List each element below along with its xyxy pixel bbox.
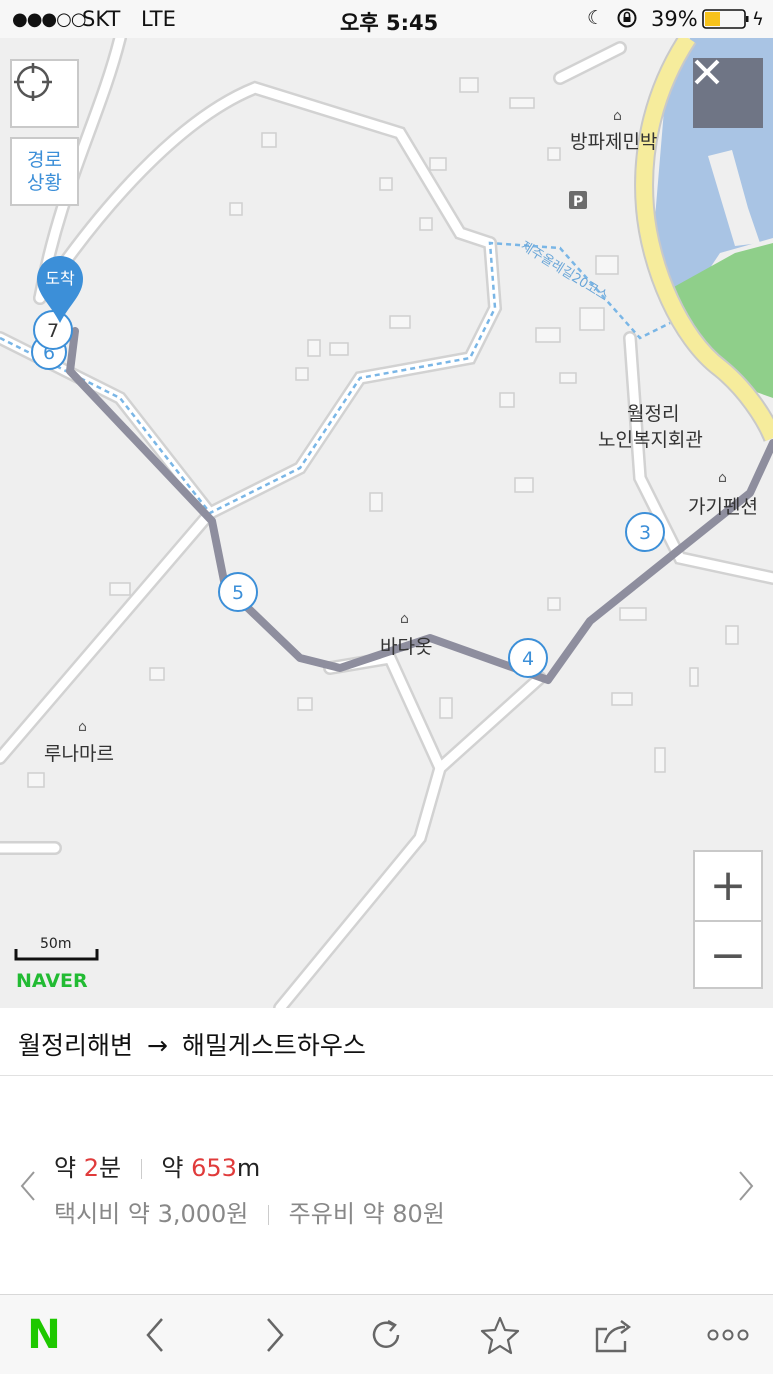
charging-bolt-icon: ϟ bbox=[752, 9, 764, 30]
taxi-fare: 택시비 약 3,000원 bbox=[54, 1200, 249, 1228]
moon-icon: ☾ bbox=[587, 7, 605, 29]
carrier: SKT bbox=[82, 7, 121, 31]
route-summary[interactable]: 약 2분 약 653m 택시비 약 3,000원 주유비 약 80원 bbox=[0, 1076, 773, 1294]
close-icon bbox=[694, 59, 720, 85]
network-type: LTE bbox=[141, 7, 176, 31]
poi-label: 바다옷 bbox=[380, 636, 432, 658]
crosshair-icon bbox=[14, 63, 52, 101]
bookmark-star-icon bbox=[480, 1316, 520, 1355]
bookmark-button[interactable] bbox=[476, 1311, 524, 1359]
fuel-cost: 주유비 약 80원 bbox=[288, 1200, 445, 1228]
divider bbox=[268, 1205, 270, 1225]
chevron-right-icon bbox=[739, 1171, 754, 1201]
share-icon bbox=[595, 1320, 631, 1353]
browser-toolbar: N bbox=[0, 1294, 773, 1374]
duration-value: 2 bbox=[83, 1154, 99, 1182]
distance-unit: m bbox=[236, 1154, 261, 1182]
clock: 오후 5:45 bbox=[340, 11, 439, 35]
next-route-button[interactable] bbox=[730, 1166, 762, 1206]
distance-value: 653 bbox=[191, 1154, 237, 1182]
poi-icon: ⌂ bbox=[400, 611, 409, 627]
poi-icon: ⌂ bbox=[718, 470, 727, 486]
more-icon bbox=[707, 1329, 749, 1341]
more-button[interactable] bbox=[704, 1311, 752, 1359]
forward-button[interactable] bbox=[250, 1311, 298, 1359]
scale-label: 50m bbox=[40, 936, 71, 952]
poi-label: 월정리 bbox=[627, 403, 679, 425]
route-line bbox=[66, 327, 773, 684]
chevron-left-icon bbox=[20, 1171, 35, 1201]
poi-label: 루나마르 bbox=[44, 743, 114, 765]
battery-icon bbox=[702, 9, 752, 34]
waypoint-7-label: 7 bbox=[47, 320, 59, 342]
duration-unit: 분 bbox=[99, 1154, 122, 1182]
minus-icon: − bbox=[709, 929, 747, 981]
divider bbox=[140, 1159, 142, 1179]
plus-icon: + bbox=[709, 860, 747, 911]
poi-icon: ⌂ bbox=[613, 108, 622, 124]
route-status-button[interactable]: 경로 상황 bbox=[10, 137, 79, 206]
map-view[interactable]: ⌂ ⌂ ⌂ ⌂ P 제주올레길20코스 방파제민박 월정리 노인복지회관 가기펜… bbox=[0, 38, 773, 1008]
route-destination: 해밀게스트하우스 bbox=[181, 1031, 366, 1060]
forward-icon bbox=[267, 1318, 284, 1352]
poi-label: 노인복지회관 bbox=[598, 429, 703, 451]
waypoint-4-label: 4 bbox=[522, 648, 534, 670]
route-status-label: 경로 상황 bbox=[27, 148, 62, 194]
duration-prefix: 약 bbox=[54, 1154, 84, 1182]
waypoint-5-label: 5 bbox=[232, 582, 244, 604]
waypoint-3-label: 3 bbox=[639, 522, 651, 544]
naver-logo: NAVER bbox=[16, 970, 88, 992]
prev-route-button[interactable] bbox=[12, 1166, 44, 1206]
route-origin: 월정리해변 bbox=[18, 1031, 134, 1060]
arrival-label: 도착 bbox=[45, 269, 75, 288]
poi-label: 가기펜션 bbox=[688, 496, 758, 518]
naver-home-button[interactable]: N bbox=[20, 1311, 68, 1359]
back-icon bbox=[146, 1318, 163, 1352]
zoom-control: + − bbox=[693, 850, 763, 989]
poi-icon: ⌂ bbox=[78, 719, 87, 735]
map-canvas: ⌂ ⌂ ⌂ ⌂ P 제주올레길20코스 방파제민박 월정리 노인복지회관 가기펜… bbox=[0, 38, 773, 1008]
route-arrow-icon: → bbox=[146, 1031, 168, 1060]
close-map-button[interactable] bbox=[693, 58, 763, 128]
refresh-icon bbox=[372, 1319, 400, 1348]
rotation-lock-icon bbox=[616, 7, 638, 34]
naver-n-icon: N bbox=[27, 1312, 61, 1358]
route-header: 월정리해변 → 해밀게스트하우스 bbox=[0, 1008, 773, 1076]
signal-strength: ●●●○○ bbox=[12, 9, 87, 30]
parking-label: P bbox=[573, 194, 583, 210]
battery-percent: 39% bbox=[651, 7, 698, 31]
zoom-out-button[interactable]: − bbox=[695, 922, 761, 989]
distance-prefix: 약 bbox=[161, 1154, 192, 1182]
share-button[interactable] bbox=[590, 1311, 638, 1359]
current-location-button[interactable] bbox=[10, 59, 79, 128]
zoom-in-button[interactable]: + bbox=[695, 852, 761, 922]
refresh-button[interactable] bbox=[362, 1311, 410, 1359]
back-button[interactable] bbox=[132, 1311, 180, 1359]
status-bar: ●●●○○ SKT LTE 오후 5:45 ☾ 39% ϟ bbox=[0, 0, 773, 38]
poi-label: 방파제민박 bbox=[570, 131, 657, 153]
